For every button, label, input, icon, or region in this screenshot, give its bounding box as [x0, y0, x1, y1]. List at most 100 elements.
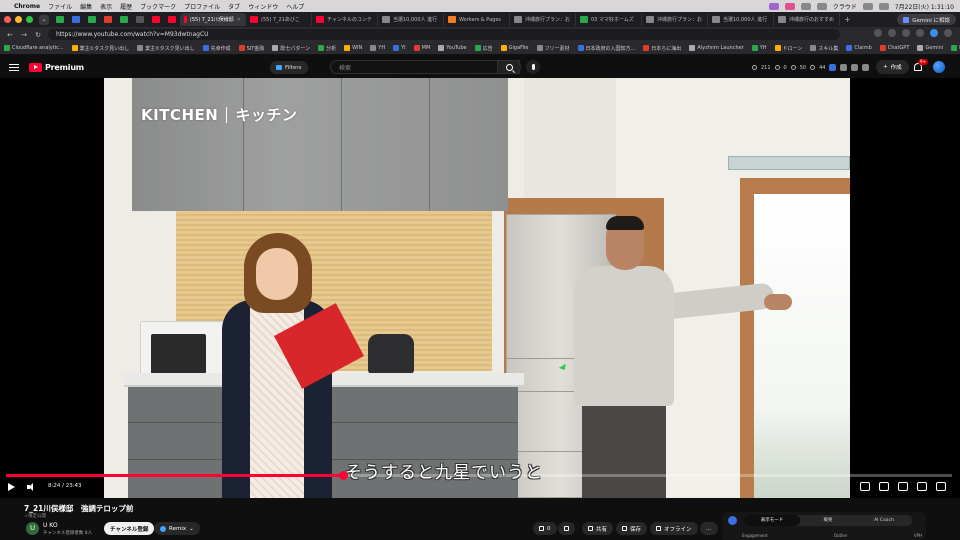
- menu-history[interactable]: 履歴: [120, 2, 132, 11]
- filters-button[interactable]: Filters: [270, 61, 308, 74]
- menu-help[interactable]: ヘルプ: [286, 2, 304, 11]
- bookmark-item[interactable]: 日本らに海出: [643, 45, 681, 52]
- status-app-icon[interactable]: [800, 2, 811, 10]
- url-input[interactable]: https://www.youtube.com/watch?v=M93dwtna…: [48, 29, 840, 40]
- bookmark-item[interactable]: YH: [370, 45, 385, 51]
- reload-icon[interactable]: ↻: [34, 31, 42, 39]
- status-app-icon[interactable]: [816, 2, 827, 10]
- menu-profiles[interactable]: プロファイル: [184, 2, 220, 11]
- tab-search-icon[interactable]: ⌄: [39, 14, 49, 25]
- play-icon[interactable]: [8, 483, 15, 491]
- account-avatar[interactable]: [933, 61, 945, 73]
- back-icon[interactable]: ←: [6, 31, 14, 39]
- pinned-tab[interactable]: [132, 14, 148, 26]
- pinned-tab[interactable]: [52, 14, 68, 26]
- hamburger-menu-icon[interactable]: [9, 63, 19, 71]
- menu-tab[interactable]: タブ: [228, 2, 240, 11]
- tool-icon[interactable]: [840, 64, 848, 71]
- bookmark-item[interactable]: YH: [751, 45, 767, 51]
- menu-file[interactable]: ファイル: [48, 2, 72, 11]
- tab[interactable]: 沖縄旅行プラン：お: [510, 13, 576, 26]
- channel-name[interactable]: U KO: [43, 522, 58, 529]
- extension-icon[interactable]: [902, 29, 910, 37]
- tab[interactable]: (55) 7_21あびこ: [246, 13, 312, 26]
- tab-ai-coach[interactable]: AI Coach: [856, 515, 912, 526]
- zoom-window-icon[interactable]: [26, 16, 33, 23]
- bookmark-item[interactable]: Cloudflare analytic...: [4, 45, 64, 51]
- voice-search-button[interactable]: [526, 60, 540, 74]
- bookmark-item[interactable]: 分析: [318, 45, 336, 52]
- bookmark-item[interactable]: YouTube: [438, 45, 467, 51]
- offline-button[interactable]: オフライン: [650, 522, 698, 535]
- bookmark-item[interactable]: 先幸作成: [202, 45, 231, 52]
- bookmark-item[interactable]: 業主②タスク見い出し: [137, 45, 195, 52]
- tab[interactable]: 03 ママ好ホームズ: [576, 13, 642, 26]
- tab[interactable]: チャンネルのコンテ: [312, 13, 378, 26]
- settings-gear-icon[interactable]: [898, 482, 908, 491]
- menu-edit[interactable]: 編集: [80, 2, 92, 11]
- weather-label[interactable]: クラウド: [833, 2, 857, 11]
- fullscreen-icon[interactable]: [936, 482, 946, 491]
- status-app-icon[interactable]: [784, 2, 795, 10]
- bookmark-item[interactable]: ChatGPT: [879, 45, 909, 51]
- tab[interactable]: 沖縄旅行のおすすめ: [774, 13, 840, 26]
- subtitles-icon[interactable]: [879, 482, 889, 491]
- extension-icon[interactable]: [888, 29, 896, 37]
- bookmark-item[interactable]: Alyzhnm Launcher: [689, 45, 744, 51]
- bookmark-item[interactable]: YI: [393, 45, 406, 51]
- menu-app-name[interactable]: Chrome: [14, 3, 40, 10]
- create-button[interactable]: + 作成: [876, 60, 909, 74]
- close-tab-icon[interactable]: ✕: [237, 17, 241, 23]
- menu-view[interactable]: 表示: [100, 2, 112, 11]
- minimize-window-icon[interactable]: [15, 16, 22, 23]
- pinned-tab[interactable]: [68, 14, 84, 26]
- new-tab-button[interactable]: +: [844, 15, 851, 24]
- menu-bookmarks[interactable]: ブックマーク: [140, 2, 176, 11]
- gemini-button[interactable]: Gemini に相談: [897, 14, 956, 25]
- channel-avatar[interactable]: U: [26, 522, 39, 535]
- like-button[interactable]: 0: [533, 522, 557, 535]
- tab[interactable]: 当選10,000人 進行: [708, 13, 774, 26]
- menu-window[interactable]: ウィンドウ: [248, 2, 278, 11]
- remix-button[interactable]: Remix ⌄: [154, 522, 200, 535]
- bookmark-item[interactable]: Claimb: [846, 45, 872, 51]
- search-button[interactable]: [497, 60, 521, 74]
- tool-icon[interactable]: [862, 64, 870, 71]
- profile-avatar[interactable]: [930, 29, 938, 37]
- tab[interactable]: 当選10,000人 進行: [378, 13, 444, 26]
- menu-icon[interactable]: [944, 29, 952, 37]
- autoplay-icon[interactable]: [860, 482, 870, 491]
- dislike-button[interactable]: [558, 522, 575, 535]
- pinned-tab[interactable]: [100, 14, 116, 26]
- bookmark-star-icon[interactable]: [874, 29, 882, 37]
- pinned-tab[interactable]: [164, 14, 180, 26]
- bookmark-item[interactable]: GigaFile: [500, 45, 529, 51]
- status-app-icon[interactable]: [768, 2, 779, 10]
- video-progress-bar[interactable]: [6, 471, 952, 480]
- theater-mode-icon[interactable]: [917, 482, 927, 491]
- menubar-clock[interactable]: 7月22日(火) 1:31:10: [895, 2, 954, 11]
- search-icon[interactable]: [878, 2, 889, 10]
- subscribe-button[interactable]: チャンネル登録: [104, 522, 155, 535]
- extension-icon[interactable]: [829, 64, 837, 71]
- more-actions-button[interactable]: …: [700, 522, 718, 535]
- bookmark-item[interactable]: ドローン: [774, 45, 802, 52]
- bookmark-item[interactable]: MM: [413, 45, 430, 51]
- tab[interactable]: Workers & Pages: [444, 13, 510, 26]
- close-window-icon[interactable]: [4, 16, 11, 23]
- tab[interactable]: 沖縄旅行プラン：お: [642, 13, 708, 26]
- forward-icon[interactable]: →: [20, 31, 28, 39]
- pinned-tab[interactable]: [84, 14, 100, 26]
- tab-display-mode[interactable]: 表示モード: [744, 515, 800, 526]
- wifi-icon[interactable]: [862, 2, 873, 10]
- video-player[interactable]: KITCHEN キッチン そうすると九星でいうと 8:24 / 23:43: [0, 78, 960, 498]
- bookmark-item[interactable]: Gemini: [917, 45, 943, 51]
- bookmark-item[interactable]: 業主①タスク見い出し: [71, 45, 129, 52]
- progress-scrubber-handle[interactable]: [338, 471, 348, 480]
- bookmark-item[interactable]: 広告: [474, 45, 493, 52]
- bookmark-item[interactable]: WIN: [344, 45, 362, 51]
- tool-icon[interactable]: [851, 64, 859, 71]
- youtube-premium-logo[interactable]: Premium: [29, 62, 84, 72]
- volume-icon[interactable]: [27, 483, 36, 491]
- pinned-tab[interactable]: [148, 14, 164, 26]
